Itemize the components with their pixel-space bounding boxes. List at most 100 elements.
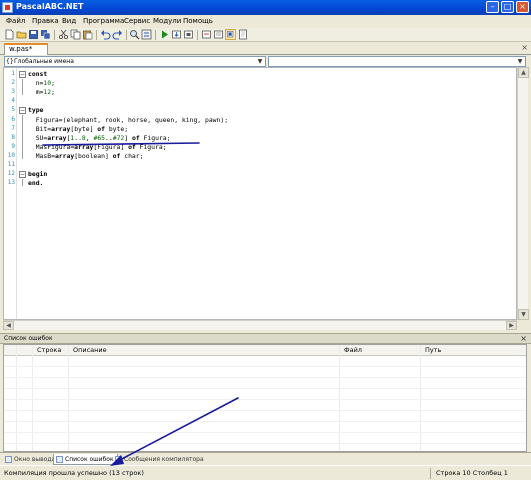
errors-list-body [4,356,526,451]
errors-list[interactable]: Строка Описание Файл Путь [3,344,527,452]
menu-program[interactable]: Программа [83,17,124,25]
close-tab-icon[interactable]: × [521,43,528,52]
table-row[interactable] [4,367,526,378]
code-line[interactable]: Bit=array[byte] of byte; [28,125,128,133]
copy-icon[interactable] [70,29,81,40]
menu-modules[interactable]: Модули [153,17,181,25]
line-label: Строка [436,469,461,477]
replace-icon[interactable] [141,29,152,40]
table-row[interactable] [4,433,526,444]
code-keyword: type [28,106,44,115]
output-window-icon [5,456,12,463]
cut-icon[interactable] [58,29,69,40]
code-text: SU=array[1..8, #65..#72] of Figura; [28,133,171,142]
tab-compiler-messages[interactable]: Сообщения компилятора [113,454,207,465]
maximize-button[interactable]: □ [501,1,514,13]
compile-icon[interactable] [213,29,224,40]
column-header-description[interactable]: Описание [73,346,107,354]
code-line[interactable]: end. [28,179,43,187]
error-list-icon [56,456,63,463]
tab-output-window-label: Окно вывода [14,456,56,463]
column-header-line[interactable]: Строка [37,346,61,354]
errors-panel-header: Список ошибок × [0,333,531,344]
toolbar-separator [54,30,55,40]
menu-view[interactable]: Вид [62,17,76,25]
scroll-right-icon[interactable]: ▶ [506,321,517,330]
code-line[interactable]: type [28,106,43,114]
code-line[interactable]: MasFigura=array[Figura] of Figura; [28,143,167,151]
chevron-down-icon: ▼ [257,58,263,65]
column-header-path[interactable]: Путь [425,346,441,354]
code-keyword: end. [28,179,44,188]
vertical-scrollbar[interactable]: ▲ ▼ [517,67,529,320]
table-row[interactable] [4,389,526,400]
table-row[interactable] [4,356,526,367]
errors-list-header: Строка Описание Файл Путь [4,345,526,356]
chevron-down-icon: ▼ [517,58,523,65]
code-text: MasB=array[boolean] of char; [28,151,144,160]
table-row[interactable] [4,422,526,433]
compiler-messages-icon [115,456,122,463]
minimize-button[interactable]: – [486,1,499,13]
code-line[interactable]: Figura=(elephant, rook, horse, queen, ki… [28,116,228,124]
code-line[interactable]: const [28,70,47,78]
code-line[interactable]: SU=array[1..8, #65..#72] of Figura; [28,133,171,142]
column-header-file[interactable]: Файл [344,346,362,354]
menu-help[interactable]: Помощь [183,17,213,25]
menu-bar: Файл Правка Вид Программа Сервис Модули … [0,15,531,28]
editor-tab-strip: w.pas* × [0,42,531,55]
toolbar [0,28,531,42]
status-message: Компиляция прошла успешно (13 строк) [4,469,144,477]
table-row[interactable] [4,378,526,389]
stop-icon[interactable] [183,29,194,40]
window-title: PascalABC.NET [16,2,84,11]
errors-panel-title: Список ошибок [4,335,53,342]
panel-close-icon[interactable]: × [520,334,527,343]
code-editor[interactable]: 1 2 3 4 5 6 7 8 9 10 11 12 13 const n=10; m=12; type … [3,67,517,320]
paste-icon[interactable] [82,29,93,40]
toolbar-separator [155,30,156,40]
scope-select[interactable]: {} Глобальные имена ▼ [4,56,266,67]
fold-toggle-icon[interactable]: − [19,71,26,78]
column-label: Столбец [472,469,502,477]
tab-file[interactable]: w.pas* [4,43,48,55]
table-row[interactable] [4,400,526,411]
toolbar-separator [126,30,127,40]
scroll-left-icon[interactable]: ◀ [3,321,14,330]
save-icon[interactable] [28,29,39,40]
code-line[interactable]: n=10; [28,79,55,87]
tab-output-window[interactable]: Окно вывода [3,454,58,465]
fold-guide-line [22,179,23,187]
fold-toggle-icon[interactable]: − [19,171,26,179]
undo-icon[interactable] [100,29,111,40]
code-line[interactable]: MasB=array[boolean] of char; [28,151,144,160]
run-icon[interactable] [159,29,170,40]
member-select[interactable]: ▼ [268,56,526,67]
table-row[interactable] [4,411,526,422]
column-value: 1 [503,469,508,477]
code-line[interactable]: begin [28,170,47,178]
fold-toggle-icon[interactable]: − [19,107,26,115]
scroll-down-icon[interactable]: ▼ [518,309,529,320]
debug-icon[interactable] [201,29,212,40]
menu-file[interactable]: Файл [6,17,25,25]
code-line[interactable]: m=12; [28,88,55,96]
menu-service[interactable]: Сервис [124,17,150,25]
status-separator [430,468,431,479]
redo-icon[interactable] [112,29,123,40]
tab-error-list[interactable]: Список ошибок [53,454,118,465]
open-icon[interactable] [16,29,27,40]
find-icon[interactable] [129,29,140,40]
code-keyword: const [28,70,48,78]
code-keyword: begin [28,170,48,179]
help-icon[interactable] [238,29,249,40]
close-button[interactable]: × [516,1,529,13]
step-into-icon[interactable] [171,29,182,40]
new-file-icon[interactable] [4,29,15,40]
bottom-tab-strip: Окно вывода Список ошибок Сообщения комп… [0,452,531,465]
scroll-up-icon[interactable]: ▲ [518,67,529,78]
options-icon[interactable] [225,29,236,40]
save-all-icon[interactable] [40,29,51,40]
menu-edit[interactable]: Правка [32,17,59,25]
horizontal-scrollbar[interactable]: ◀ ▶ [3,320,517,330]
